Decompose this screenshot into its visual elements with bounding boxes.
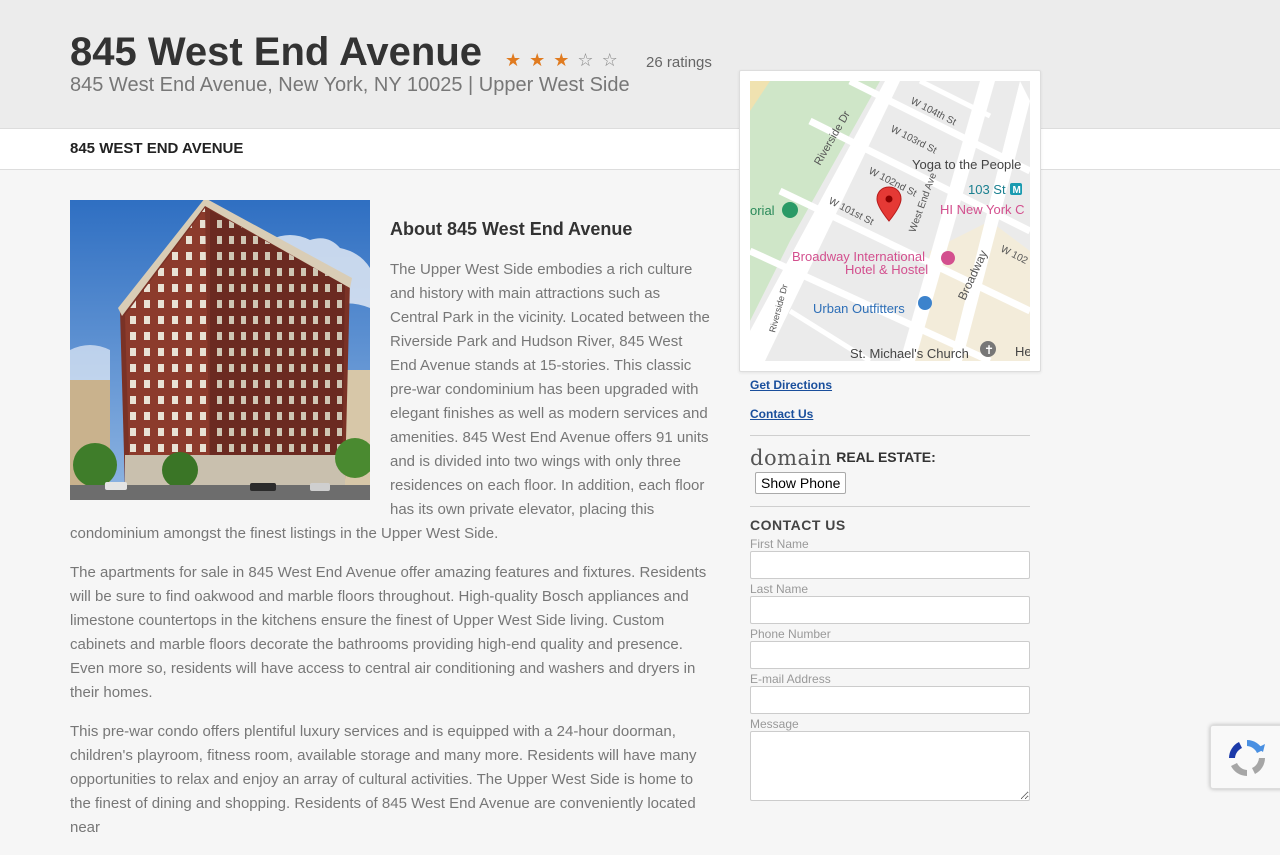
description-paragraph: The apartments for sale in 845 West End … xyxy=(70,564,707,701)
map-poi-label: Yoga to the People xyxy=(912,157,1021,172)
message-field[interactable] xyxy=(750,731,1030,801)
recaptcha-icon xyxy=(1229,740,1265,776)
phone-field[interactable] xyxy=(750,641,1030,669)
map-poi-label: He xyxy=(1015,344,1030,359)
building-photo xyxy=(70,200,370,500)
show-phone-button[interactable]: Show Phone xyxy=(755,472,847,494)
divider xyxy=(750,506,1030,507)
map-card: W 104th St W 103rd St W 102nd St W 101st… xyxy=(739,70,1041,372)
phone-label: Phone Number xyxy=(750,627,831,641)
brokerage-info: domain REAL ESTATE: xyxy=(750,446,936,470)
brokerage-logo: domain xyxy=(750,446,832,470)
shopping-icon xyxy=(918,296,932,310)
nav-building-name[interactable]: 845 WEST END AVENUE xyxy=(70,140,243,157)
star-filled-icon: ★ xyxy=(553,50,578,70)
building-photo-image xyxy=(70,200,370,500)
get-directions-link[interactable]: Get Directions xyxy=(750,378,832,392)
map-poi-label: Urban Outfitters xyxy=(813,301,905,316)
ratings-count: 26 ratings xyxy=(646,54,712,71)
message-label: Message xyxy=(750,717,799,731)
contact-us-link[interactable]: Contact Us xyxy=(750,407,813,421)
star-filled-icon: ★ xyxy=(505,50,530,70)
building-address: 845 West End Avenue, New York, NY 10025 … xyxy=(70,74,630,96)
page-header: 845 West End Avenue ★★★☆☆ 26 ratings 845… xyxy=(0,0,1280,128)
subway-icon: M xyxy=(1013,185,1021,196)
last-name-field[interactable] xyxy=(750,596,1030,624)
map-poi-label: 103 St xyxy=(968,182,1006,197)
star-rating: ★★★☆☆ xyxy=(505,50,626,71)
map-poi-label: St. Michael's Church xyxy=(850,346,969,361)
church-icon: ✝ xyxy=(984,343,994,357)
email-field[interactable] xyxy=(750,686,1030,714)
brokerage-label: REAL ESTATE: xyxy=(836,449,936,465)
divider xyxy=(750,435,1030,436)
star-empty-icon: ☆ xyxy=(601,50,626,70)
location-map[interactable]: W 104th St W 103rd St W 102nd St W 101st… xyxy=(750,81,1030,361)
map-poi-label: HI New York C xyxy=(940,202,1025,217)
building-description: About 845 West End Avenue The Upper West… xyxy=(70,200,712,855)
recaptcha-badge[interactable] xyxy=(1210,725,1280,789)
first-name-label: First Name xyxy=(750,537,809,551)
email-label: E-mail Address xyxy=(750,672,831,686)
star-filled-icon: ★ xyxy=(529,50,554,70)
memorial-icon xyxy=(782,202,798,218)
building-nav-bar: 845 WEST END AVENUE xyxy=(0,128,1280,170)
hotel-icon xyxy=(941,251,955,265)
last-name-label: Last Name xyxy=(750,582,809,596)
map-canvas: W 104th St W 103rd St W 102nd St W 101st… xyxy=(750,81,1030,361)
star-empty-icon: ☆ xyxy=(577,50,602,70)
description-paragraph: This pre-war condo offers plentiful luxu… xyxy=(70,723,697,836)
page-title: 845 West End Avenue xyxy=(70,30,482,74)
map-marker-dot xyxy=(885,195,893,203)
first-name-field[interactable] xyxy=(750,551,1030,579)
map-poi-label: Hotel & Hostel xyxy=(845,262,928,277)
map-poi-label: orial xyxy=(750,203,775,218)
contact-form-title: CONTACT US xyxy=(750,517,846,533)
